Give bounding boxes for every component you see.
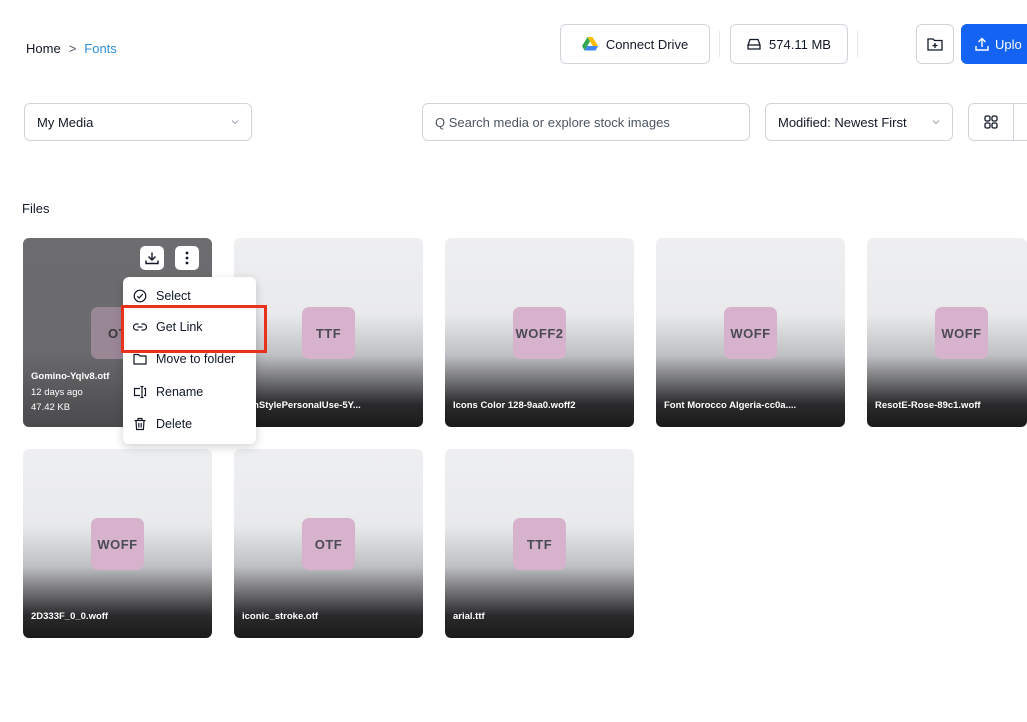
file-card[interactable]: WOFF ResotE-Rose-89c1.woff (867, 238, 1027, 427)
chevron-down-icon (932, 120, 940, 125)
context-menu: Select Get Link Move to folder Rename De… (123, 277, 256, 444)
new-folder-button[interactable] (916, 24, 954, 64)
menu-item-label: Rename (156, 385, 204, 399)
menu-item-select[interactable]: Select (133, 289, 191, 303)
file-type-badge: OTF (302, 518, 355, 570)
file-name: iconic_stroke.otf (242, 611, 319, 622)
menu-item-move-to-folder[interactable]: Move to folder (133, 352, 235, 366)
divider (857, 31, 858, 57)
grid-view-toggle[interactable] (968, 103, 1014, 141)
menu-item-label: Select (156, 289, 191, 303)
connect-drive-label: Connect Drive (605, 36, 689, 52)
chevron-down-icon (231, 120, 239, 125)
file-type-badge: WOFF (935, 307, 988, 359)
file-type-badge: WOFF2 (513, 307, 566, 359)
file-name: Font Morocco Algeria-cc0a.... (664, 400, 797, 411)
file-card[interactable]: OTF iconic_stroke.otf (234, 449, 423, 638)
section-title: Files (22, 201, 50, 216)
sort-value: Modified: Newest First (778, 114, 907, 130)
file-type-badge: WOFF (724, 307, 777, 359)
breadcrumb: Home > Fonts (26, 41, 117, 56)
upload-icon (975, 37, 989, 51)
media-source-select[interactable]: My Media (24, 103, 252, 141)
file-name: ResotE-Rose-89c1.woff (875, 400, 981, 411)
file-name: ganStylePersonalUse-5Y... (242, 400, 361, 411)
hard-drive-icon (747, 38, 761, 50)
breadcrumb-separator: > (68, 41, 77, 56)
rename-icon (133, 385, 147, 399)
storage-button[interactable]: 574.11 MB (730, 24, 848, 64)
media-source-value: My Media (37, 114, 94, 130)
connect-drive-button[interactable]: Connect Drive (560, 24, 710, 64)
upload-button[interactable]: Uplo (961, 24, 1027, 64)
file-type-badge: TTF (513, 518, 566, 570)
file-name: 2D333F_0_0.woff (31, 611, 109, 622)
trash-icon (134, 417, 146, 431)
file-card[interactable]: WOFF Font Morocco Algeria-cc0a.... (656, 238, 845, 427)
file-card[interactable]: WOFF 2D333F_0_0.woff (23, 449, 212, 638)
download-button[interactable] (140, 246, 164, 270)
download-icon (145, 252, 159, 265)
file-modified: 12 days ago (31, 387, 83, 398)
file-card[interactable]: WOFF2 Icons Color 128-9aa0.woff2 (445, 238, 634, 427)
grid-icon (984, 115, 998, 129)
file-type-badge: WOFF (91, 518, 144, 570)
check-circle-icon (133, 289, 147, 303)
file-type-badge: TTF (302, 307, 355, 359)
file-name: arial.ttf (453, 611, 485, 622)
divider (719, 31, 720, 57)
storage-label: 574.11 MB (769, 36, 831, 52)
folder-plus-icon (927, 38, 943, 51)
file-size: 47.42 KB (31, 402, 71, 413)
more-vertical-icon (185, 251, 189, 265)
menu-item-label: Delete (156, 417, 193, 431)
more-options-button[interactable] (175, 246, 199, 270)
upload-label: Uplo (995, 36, 1022, 52)
highlight-box (121, 305, 267, 353)
file-name: Gomino-Yqlv8.otf (31, 371, 110, 382)
menu-item-rename[interactable]: Rename (133, 385, 203, 399)
list-view-toggle[interactable] (1013, 103, 1027, 141)
menu-item-label: Move to folder (156, 352, 236, 366)
search-input[interactable]: Q Search media or explore stock images (422, 103, 750, 141)
folder-icon (133, 353, 147, 365)
google-drive-icon (581, 37, 598, 51)
search-placeholder: Q Search media or explore stock images (435, 114, 670, 130)
breadcrumb-current[interactable]: Fonts (84, 41, 117, 56)
menu-item-delete[interactable]: Delete (133, 417, 192, 431)
sort-select[interactable]: Modified: Newest First (765, 103, 953, 141)
file-card[interactable]: TTF arial.ttf (445, 449, 634, 638)
breadcrumb-home[interactable]: Home (26, 41, 61, 56)
file-name: Icons Color 128-9aa0.woff2 (453, 400, 576, 411)
